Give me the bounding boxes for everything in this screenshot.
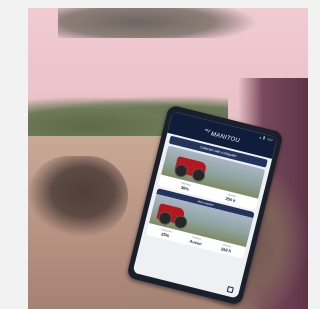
share-icon[interactable] (226, 285, 234, 294)
wheel-icon (172, 214, 189, 230)
left-hand (28, 156, 128, 236)
tree-canopy (58, 8, 258, 38)
photo-background: myMANITOU ▲ 🔋 4:04 Collection with a rel… (28, 8, 308, 309)
status-bar: ▲ 🔋 4:04 (258, 135, 274, 143)
app-logo: myMANITOU (204, 126, 241, 144)
